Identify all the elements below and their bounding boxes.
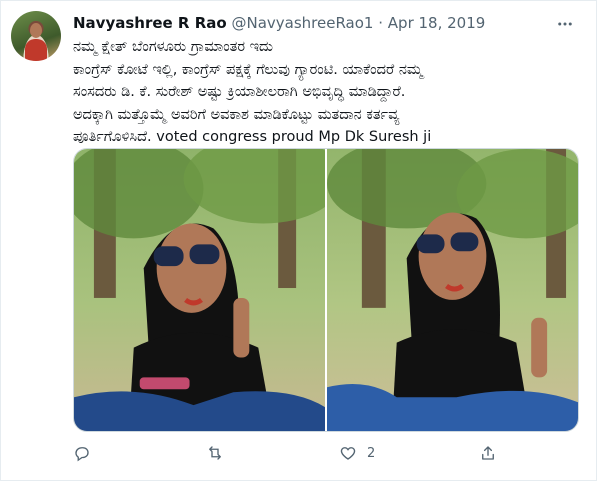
display-name[interactable]: Navyashree R Rao [73, 14, 227, 32]
avatar-sari-shape [25, 39, 47, 61]
separator-dot: · [378, 14, 384, 32]
share-button[interactable] [479, 444, 507, 462]
heart-icon [340, 447, 356, 460]
tweet-date[interactable]: Apr 18, 2019 [388, 14, 486, 32]
share-icon [482, 446, 494, 460]
retweet-icon [209, 446, 221, 460]
user-handle[interactable]: @NavyashreeRao1 [231, 14, 373, 32]
media-grid [73, 148, 579, 432]
avatar-face-shape [30, 23, 42, 38]
more-horizontal-icon[interactable] [556, 15, 574, 37]
photo-right[interactable] [327, 149, 578, 431]
action-bar: 2 [73, 444, 513, 466]
reply-icon [75, 447, 89, 462]
reply-button[interactable] [73, 444, 101, 462]
like-count: 2 [367, 445, 376, 461]
tweet-text: ನಮ್ಮ ಕ್ಷೇತ್ ಬೆಂಗಳೂರು ಗ್ರಾಮಾಂತರ ಇದು ಕಾಂಗ್… [73, 39, 432, 145]
tweet-header: Navyashree R Rao @NavyashreeRao1 · Apr 1… [73, 13, 485, 33]
like-button[interactable]: 2 [339, 444, 375, 462]
photo-left[interactable] [74, 149, 325, 431]
retweet-button[interactable] [206, 444, 234, 462]
avatar[interactable] [11, 11, 61, 61]
tweet-card[interactable]: Navyashree R Rao @NavyashreeRao1 · Apr 1… [0, 0, 597, 481]
